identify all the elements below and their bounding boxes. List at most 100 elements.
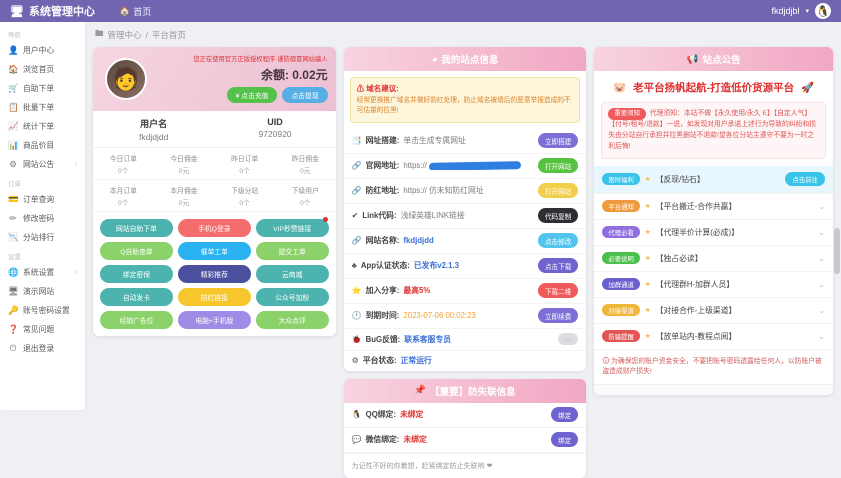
quick-bind-security-button[interactable]: 绑定密保 bbox=[100, 265, 173, 283]
breadcrumb-root[interactable]: 管理中心 bbox=[108, 29, 142, 41]
rocket-icon: 🚀 bbox=[801, 81, 814, 94]
home-icon: 🏠 bbox=[8, 64, 18, 75]
quick-official-account-button[interactable]: 公众号加粉 bbox=[256, 288, 329, 306]
power-icon: ⏻ bbox=[8, 343, 18, 354]
sidebar-section-label: 订单 bbox=[0, 174, 85, 190]
star-icon: ★ bbox=[645, 306, 651, 314]
quick-urge-ticket-button[interactable]: 催单工单 bbox=[178, 242, 251, 260]
withdraw-button[interactable]: 点击提现 bbox=[282, 87, 327, 103]
chevron-down-icon[interactable]: ⌄ bbox=[818, 254, 825, 263]
chevron-down-icon[interactable]: ▾ bbox=[805, 7, 809, 15]
quick-vip-link-button[interactable]: VIP秒赞链接 bbox=[256, 219, 329, 237]
download-qr-button[interactable]: 下载二维 bbox=[538, 283, 578, 298]
quick-actions-grid: 网站自助下单 手机Q登录 VIP秒赞链接 Q自助查单 催单工单 提交工单 绑定密… bbox=[93, 212, 336, 336]
info-row-bug-report: 🐞 BuG反馈: 联系客服专员 ··· bbox=[344, 329, 587, 351]
sidebar-item-faq[interactable]: ❓ 常见问题 bbox=[0, 320, 85, 339]
globe-icon: 🌐 bbox=[8, 267, 18, 278]
avatar: 🧑 bbox=[105, 58, 147, 100]
sidebar-item-demo-site[interactable]: 🖥 演示网站 bbox=[0, 282, 85, 301]
chevron-down-icon[interactable]: ⌄ bbox=[818, 228, 825, 237]
announcement-item-join-group[interactable]: 加群通道 ★ 【代理群H-加群人员】 ⌄ bbox=[594, 272, 833, 298]
chevron-down-icon[interactable]: ⌄ bbox=[818, 202, 825, 211]
recharge-button[interactable]: ¥ 点击充值 bbox=[227, 87, 278, 103]
sidebar-item-site-notice[interactable]: ⚙ 网站公告 › bbox=[0, 155, 85, 174]
check-icon: ✔ bbox=[352, 211, 359, 220]
download-app-button[interactable]: 点击下载 bbox=[538, 258, 578, 273]
user-menu[interactable]: fkdjdjbl bbox=[771, 6, 799, 16]
quick-pc-mobile-button[interactable]: 电脑+手机版 bbox=[178, 311, 251, 329]
sidebar-item-system-settings[interactable]: 🌐 系统设置 › bbox=[0, 263, 85, 282]
open-official-site-button[interactable]: 打开网站 bbox=[538, 158, 578, 173]
bug-icon: 🐞 bbox=[352, 335, 362, 344]
announcement-item-platform-move[interactable]: 平台通知 ★ 【平台搬迁-合作共赢】 ⌄ bbox=[594, 194, 833, 220]
quick-ad-slot-button[interactable]: 经销广告位 bbox=[100, 311, 173, 329]
sidebar-section-label: 导航 bbox=[0, 25, 85, 41]
announcement-item-anti-scam[interactable]: 防骗提醒 ★ 【放单站内-教程点阅】 ⌄ bbox=[594, 324, 833, 350]
quick-recommend-button[interactable]: 精彩推荐 bbox=[178, 265, 251, 283]
chevron-down-icon[interactable]: ⌄ bbox=[818, 332, 825, 341]
info-row-antired-url: 🔗 防红地址: https:// 仿未知防红网址 打开网站 bbox=[344, 179, 587, 204]
info-row-expiry: 🕐 到期时间: 2023-07-06 00:02:23 立即续费 bbox=[344, 304, 587, 329]
sidebar-item-browse-home[interactable]: 🏠 浏览首页 bbox=[0, 60, 85, 79]
quick-cloud-shop-button[interactable]: 云商城 bbox=[256, 265, 329, 283]
sidebar-item-logout[interactable]: ⏻ 退出登录 bbox=[0, 339, 85, 358]
sidebar-item-account-password[interactable]: 🔑 账号密码设置 bbox=[0, 301, 85, 320]
nav-home[interactable]: 🏠 首页 bbox=[119, 5, 151, 18]
quick-site-order-button[interactable]: 网站自助下单 bbox=[100, 219, 173, 237]
quick-auto-card-button[interactable]: 自动发卡 bbox=[100, 288, 173, 306]
app-brand: 🖥 系统管理中心 bbox=[0, 3, 105, 19]
page-scrollbar[interactable] bbox=[834, 228, 840, 274]
star-icon: ★ bbox=[645, 332, 651, 340]
info-row-official-url: 🔗 官网地址: https:// 打开网站 bbox=[344, 154, 587, 179]
user-card: 🧑 您正在使用官方正版授权程序·谨防假冒网站骗人 余额: 0.02元 ¥ 点击充… bbox=[93, 47, 336, 336]
announcement-item-must-read[interactable]: 必要说明 ★ 【独占必读】 ⌄ bbox=[594, 246, 833, 272]
user-stats-grid: 今日订单 0个 今日佣金 0元 昨日订单 0个 昨日佣金 0元 本月订单 0 bbox=[93, 148, 336, 212]
open-antired-site-button[interactable]: 打开网站 bbox=[538, 183, 578, 198]
announcement-pill: 限时福利 bbox=[602, 173, 640, 185]
sidebar-item-user-center[interactable]: 👤 用户中心 bbox=[0, 41, 85, 60]
quick-dazhong-button[interactable]: 大众点评 bbox=[256, 311, 329, 329]
bar-chart-icon: 📊 bbox=[8, 140, 18, 151]
avatar[interactable]: 🐧 bbox=[815, 3, 831, 19]
sidebar-item-batch-order[interactable]: 📋 批量下单 bbox=[0, 98, 85, 117]
site-info-panel: ◕ 我的站点信息 ⚠ 域名建议: 经常更换推广域名并做好防红处理，防止域名被墙后… bbox=[344, 47, 587, 371]
renew-button[interactable]: 立即续费 bbox=[538, 308, 578, 323]
breadcrumb-separator: / bbox=[146, 30, 148, 40]
edit-site-name-button[interactable]: 点击修改 bbox=[538, 233, 578, 248]
quick-mobile-login-button[interactable]: 手机Q登录 bbox=[178, 219, 251, 237]
announcement-item-partner[interactable]: 对接渠道 ★ 【对接合作-上级渠道】 ⌄ bbox=[594, 298, 833, 324]
announcement-item-promo[interactable]: 限时福利 ★ 【反现/钻石】 点击前往 bbox=[594, 166, 833, 194]
sidebar-item-self-order[interactable]: 🛒 自助下单 bbox=[0, 79, 85, 98]
sidebar-item-change-password[interactable]: ✏ 修改密码 bbox=[0, 209, 85, 228]
notification-dot bbox=[323, 217, 328, 222]
sidebar-item-order-query[interactable]: 💳 订单查询 bbox=[0, 190, 85, 209]
bind-info-panel: 📌 【重要】防失联信息 🐧 QQ绑定: 未绑定 绑定 💬 微信绑定: 未绑定 绑… bbox=[344, 379, 587, 478]
star-icon: ★ bbox=[645, 280, 651, 288]
bind-wechat-button[interactable]: 绑定 bbox=[551, 432, 578, 447]
star-icon: ★ bbox=[645, 175, 651, 183]
info-row-site-name: 🔗 网站名称: fkdjdjdd 点击修改 bbox=[344, 229, 587, 254]
cart-icon: 🛒 bbox=[8, 83, 18, 94]
pencil-icon: ✏ bbox=[8, 213, 18, 224]
promo-go-button[interactable]: 点击前往 bbox=[785, 172, 825, 186]
link-icon: 🔗 bbox=[352, 161, 362, 170]
quick-submit-ticket-button[interactable]: 提交工单 bbox=[256, 242, 329, 260]
stat-yesterday-commission: 昨日佣金 0元 bbox=[275, 148, 336, 180]
bug-feedback-button[interactable]: ··· bbox=[558, 333, 579, 345]
quick-query-button[interactable]: Q自助查单 bbox=[100, 242, 173, 260]
person-avatar-icon: 🧑 bbox=[112, 66, 139, 92]
info-row-share: ⭐ 加入分享: 最高5% 下载二维 bbox=[344, 279, 587, 304]
announcement-item-agent-price[interactable]: 代理必看 ★ 【代理半价计算(必成)】 ⌄ bbox=[594, 220, 833, 246]
user-icon: 👤 bbox=[8, 45, 18, 56]
quick-antired-link-button[interactable]: 防红链接 bbox=[178, 288, 251, 306]
sidebar-item-order-stats[interactable]: 📈 统计下单 bbox=[0, 117, 85, 136]
link-icon: 🔗 bbox=[352, 186, 362, 195]
sidebar-item-price-list[interactable]: 📊 商品价目 bbox=[0, 136, 85, 155]
star-icon: ★ bbox=[645, 254, 651, 262]
sidebar-item-branch-ranking[interactable]: 📉 分站排行 bbox=[0, 228, 85, 247]
chevron-down-icon[interactable]: ⌄ bbox=[818, 280, 825, 289]
home-icon: 🏠 bbox=[119, 6, 130, 17]
chevron-down-icon[interactable]: ⌄ bbox=[818, 306, 825, 315]
copy-code-button[interactable]: 代码复制 bbox=[538, 208, 578, 223]
build-now-button[interactable]: 立即搭建 bbox=[538, 133, 578, 148]
